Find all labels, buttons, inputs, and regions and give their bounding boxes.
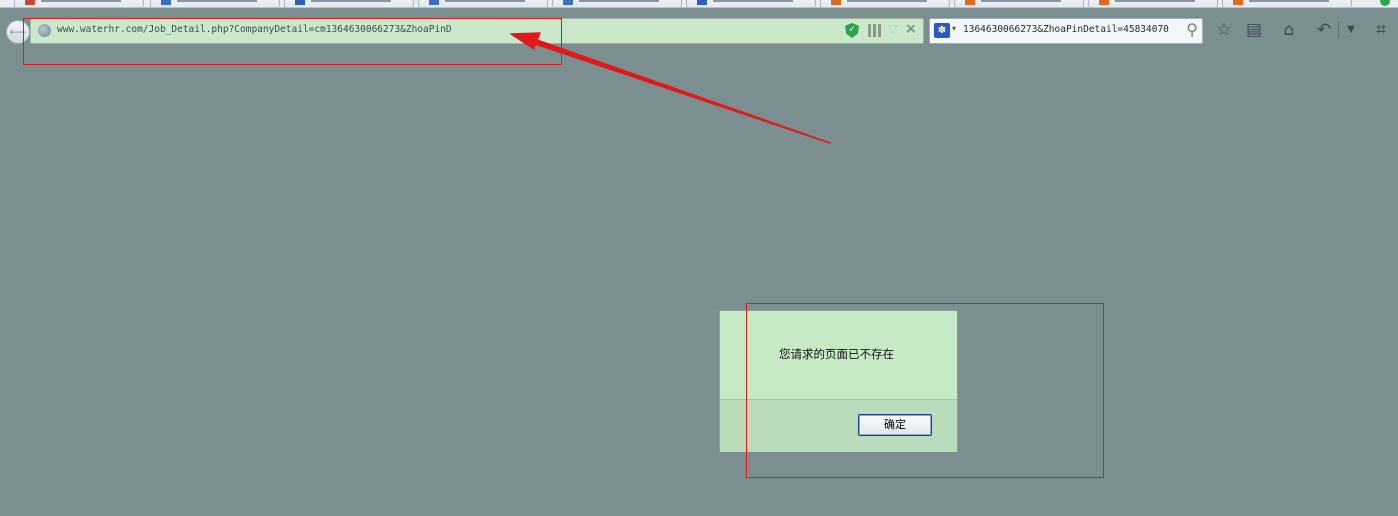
menu-dropdown-icon[interactable]: ▼ (1340, 19, 1362, 41)
tab-strip (0, 0, 1398, 8)
orange-favicon-icon (1099, 0, 1109, 5)
page-favicon-icon (161, 0, 171, 5)
orange-favicon-icon (831, 0, 841, 5)
toolbar-divider (1338, 21, 1339, 39)
red-favicon-icon (25, 0, 35, 5)
dialog-highlight-box (746, 303, 1104, 478)
security-shield-icon[interactable]: ✓ (845, 23, 859, 38)
orange-favicon-icon (1233, 0, 1243, 5)
stop-icon[interactable]: × (905, 21, 917, 37)
crop-icon[interactable]: ⌗ (1370, 19, 1392, 41)
browser-tab[interactable] (14, 0, 144, 7)
browser-tab[interactable] (954, 0, 1084, 7)
orange-favicon-icon (965, 0, 975, 5)
page-favicon-icon (563, 0, 573, 5)
search-magnifier-icon[interactable]: ⚲ (1186, 20, 1198, 39)
browser-tab[interactable] (552, 0, 682, 7)
browser-tab[interactable] (284, 0, 414, 7)
browser-tab[interactable] (820, 0, 950, 7)
qr-code-icon[interactable] (868, 24, 881, 37)
star-icon[interactable]: ☆ (1213, 19, 1235, 41)
browser-tab[interactable] (150, 0, 280, 7)
url-history-dropdown-icon[interactable]: ▽ (888, 22, 897, 36)
status-dot-icon (1380, 0, 1390, 6)
browser-tab[interactable] (418, 0, 548, 7)
page-favicon-icon (429, 0, 439, 5)
browser-tab[interactable] (1222, 0, 1352, 7)
search-engine-caret-icon[interactable]: ▾ (952, 24, 956, 33)
annotation-overlay (510, 32, 831, 144)
blue-favicon-icon (295, 0, 305, 5)
blue-favicon-icon (697, 0, 707, 5)
undo-icon[interactable]: ↶ (1313, 19, 1335, 41)
home-icon[interactable]: ⌂ (1278, 19, 1300, 41)
search-engine-paw-icon[interactable]: ✽ (934, 23, 950, 38)
search-bar[interactable]: ✽ ▾ 1364630066273&ZhoaPinDetail=45834070… (929, 18, 1203, 44)
browser-tab[interactable] (1088, 0, 1218, 7)
browser-tab[interactable] (686, 0, 816, 7)
url-highlight-box (23, 18, 562, 65)
reading-list-icon[interactable]: ▤ (1243, 19, 1265, 41)
search-input[interactable]: 1364630066273&ZhoaPinDetail=45834070 (963, 24, 1183, 35)
